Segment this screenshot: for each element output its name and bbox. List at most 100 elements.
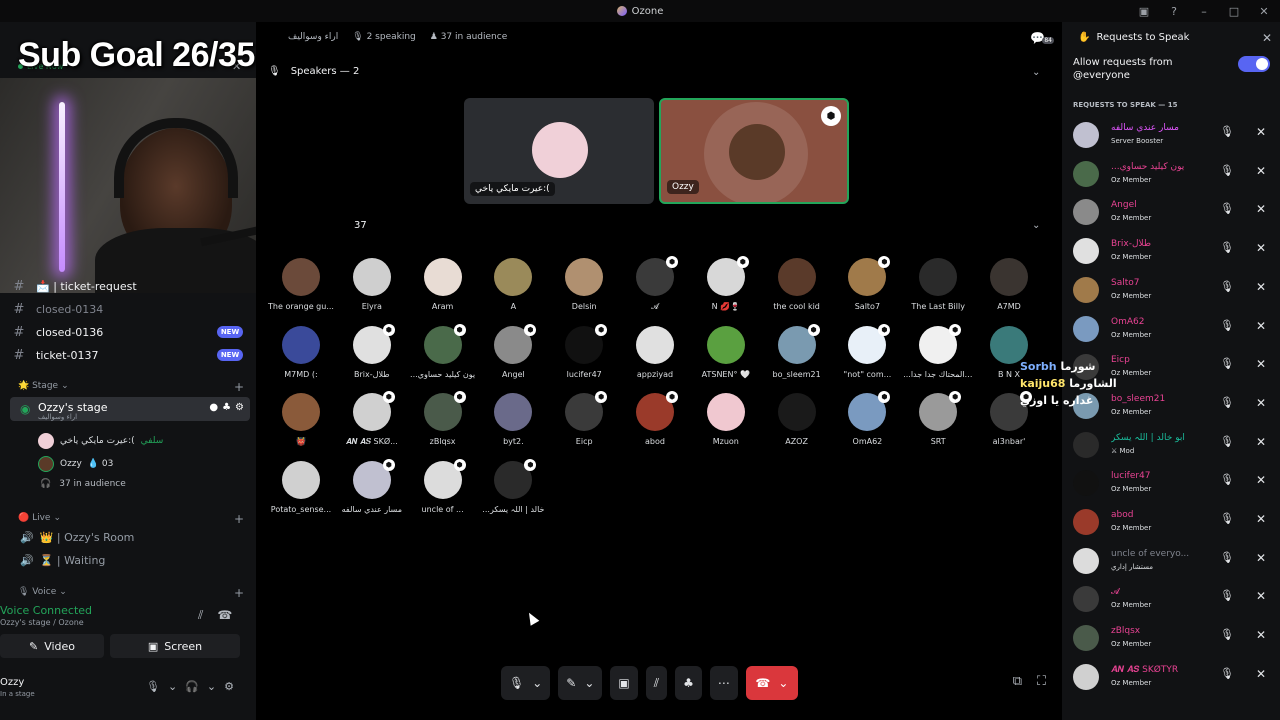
add-channel-icon[interactable]: + xyxy=(234,512,244,526)
collapse-audience-icon[interactable]: ⌄ xyxy=(1032,220,1040,231)
move-to-audience-button[interactable]: ⫽ xyxy=(645,666,668,700)
request-row[interactable]: zBlqsx Oz Member 🎙 ✕ xyxy=(1062,619,1280,657)
reject-request-icon[interactable]: ✕ xyxy=(1252,125,1270,143)
disconnect-icon[interactable]: ☎ xyxy=(217,608,232,623)
audience-member[interactable]: ⬢ zBlqsx xyxy=(408,391,478,459)
reject-request-icon[interactable]: ✕ xyxy=(1252,435,1270,453)
audience-member[interactable]: ⬢ "not" com... xyxy=(832,323,902,392)
voice-channel-ozzys-room[interactable]: 🔊 👑 | Ozzy's Room xyxy=(20,531,134,544)
audience-member[interactable]: The orange gu... xyxy=(266,258,336,324)
request-row[interactable]: Brix-طلال Oz Member 🎙 ✕ xyxy=(1062,232,1280,270)
audience-member[interactable]: ATSNEN° 🤍 xyxy=(691,325,761,392)
request-row[interactable]: Angel Oz Member 🎙 ✕ xyxy=(1062,193,1280,231)
request-row[interactable]: مسار عندي سالفه Server Booster 🎙 ✕ xyxy=(1062,116,1280,154)
audience-member[interactable]: AZOZ xyxy=(762,393,832,459)
add-channel-icon[interactable]: + xyxy=(234,380,244,394)
chat-icon[interactable]: ● xyxy=(209,402,218,413)
audience-member[interactable]: ⬢ مسار عندي سالفه xyxy=(337,458,407,527)
accept-request-icon[interactable]: 🎙 xyxy=(1218,512,1236,530)
audience-member[interactable]: Delsin xyxy=(549,258,619,324)
reject-request-icon[interactable]: ✕ xyxy=(1252,357,1270,375)
allow-requests-toggle[interactable] xyxy=(1238,56,1270,72)
accept-request-icon[interactable]: 🎙 xyxy=(1218,164,1236,182)
request-row[interactable]: 𝑨𝑵 𝑨𝑺 SKØTYR Oz Member 🎙 ✕ xyxy=(1062,658,1280,696)
more-options-button[interactable]: ⋯ xyxy=(709,666,738,700)
reject-request-icon[interactable]: ✕ xyxy=(1252,551,1270,569)
accept-request-icon[interactable]: 🎙 xyxy=(1218,667,1236,685)
reject-request-icon[interactable]: ✕ xyxy=(1252,202,1270,220)
audience-member[interactable]: ⬢ Eicp xyxy=(549,391,619,459)
accept-request-icon[interactable]: 🎙 xyxy=(1218,241,1236,259)
channel-closed-0134[interactable]: # closed-0134 xyxy=(10,299,104,319)
audience-member[interactable]: ⬢ lucifer47 xyxy=(549,323,619,392)
audience-member[interactable]: Potato_sense... xyxy=(266,460,336,527)
audience-member[interactable]: ⬢ abod xyxy=(620,391,690,459)
chevron-down-icon[interactable]: ⌄ xyxy=(207,680,216,693)
accept-request-icon[interactable]: 🎙 xyxy=(1218,473,1236,491)
category-stage[interactable]: 🌟 Stage ⌄ xyxy=(18,381,69,391)
audience-member[interactable]: M7MD (: xyxy=(266,325,336,392)
audience-member[interactable]: A7MD xyxy=(974,258,1044,324)
request-row[interactable]: ...يون كيليد حساوي Oz Member 🎙 ✕ xyxy=(1062,155,1280,193)
accept-request-icon[interactable]: 🎙 xyxy=(1218,551,1236,569)
category-voice[interactable]: 🎙 Voice ⌄ xyxy=(18,587,67,597)
speaker-tile[interactable]: Ozzy ⬢ xyxy=(659,98,849,204)
stage-member[interactable]: Ozzy 💧 03 xyxy=(38,456,113,472)
accept-request-icon[interactable]: 🎙 xyxy=(1218,435,1236,453)
popout-icon[interactable]: ⧉ xyxy=(1013,674,1022,689)
invite-to-speak-button[interactable]: ♣ xyxy=(675,666,702,700)
reject-request-icon[interactable]: ✕ xyxy=(1252,319,1270,337)
reject-request-icon[interactable]: ✕ xyxy=(1252,667,1270,685)
audience-member[interactable]: byt2. xyxy=(478,393,548,459)
chat-bubble-icon[interactable]: 💬 84 xyxy=(1030,31,1054,47)
audience-member[interactable]: appziyad xyxy=(620,325,690,392)
reject-request-icon[interactable]: ✕ xyxy=(1252,241,1270,259)
audience-member[interactable]: A xyxy=(478,258,548,324)
inbox-icon[interactable]: ▣ xyxy=(1136,3,1152,19)
reject-request-icon[interactable]: ✕ xyxy=(1252,280,1270,298)
close-icon[interactable]: ✕ xyxy=(1262,31,1272,45)
microphone-icon[interactable]: 🎙 xyxy=(146,680,160,693)
invite-icon[interactable]: ♣ xyxy=(222,402,231,413)
gear-icon[interactable]: ⚙ xyxy=(235,402,244,413)
audience-member[interactable]: ⬢ OmA62 xyxy=(832,391,902,459)
voice-connected-status[interactable]: Voice Connected xyxy=(0,604,92,617)
username[interactable]: Ozzy xyxy=(0,677,24,688)
audience-member[interactable]: Aram xyxy=(408,258,478,324)
request-row[interactable]: uncle of everyo... مستشار إداري 🎙 ✕ xyxy=(1062,542,1280,580)
reject-request-icon[interactable]: ✕ xyxy=(1252,512,1270,530)
chevron-down-icon[interactable]: ⌄ xyxy=(168,680,177,693)
reject-request-icon[interactable]: ✕ xyxy=(1252,589,1270,607)
leave-stage-button[interactable]: ☎ ⌄ xyxy=(745,666,798,700)
category-live[interactable]: 🔴 Live ⌄ xyxy=(18,513,61,523)
audience-member[interactable]: The Last Billy xyxy=(903,258,973,324)
channel-ticket-request[interactable]: # 📩 | ticket-request xyxy=(10,276,137,296)
request-row[interactable]: Salto7 Oz Member 🎙 ✕ xyxy=(1062,271,1280,309)
accept-request-icon[interactable]: 🎙 xyxy=(1218,589,1236,607)
audience-member[interactable]: Mzuon xyxy=(691,393,761,459)
request-row[interactable]: 𝓐 Oz Member 🎙 ✕ xyxy=(1062,580,1280,618)
close-window-button[interactable]: ✕ xyxy=(1256,3,1272,19)
request-row[interactable]: abod Oz Member 🎙 ✕ xyxy=(1062,503,1280,541)
request-row[interactable]: lucifer47 Oz Member 🎙 ✕ xyxy=(1062,464,1280,502)
camera-button[interactable]: ✎ ⌄ xyxy=(558,666,603,700)
accept-request-icon[interactable]: 🎙 xyxy=(1218,396,1236,414)
request-row[interactable]: ابو خالد | اللہ يسكر ⚔ Mod 🎙 ✕ xyxy=(1062,426,1280,464)
audience-member[interactable]: ⬢ Salto7 xyxy=(832,256,902,324)
accept-request-icon[interactable]: 🎙 xyxy=(1218,280,1236,298)
audience-member[interactable]: ⬢ Angel xyxy=(478,323,548,392)
minimize-button[interactable]: – xyxy=(1196,3,1212,19)
accept-request-icon[interactable]: 🎙 xyxy=(1218,628,1236,646)
help-icon[interactable]: ? xyxy=(1166,3,1182,19)
stage-member[interactable]: عيرت مايكي ياخي:(سلفي xyxy=(38,433,163,449)
share-screen-button[interactable]: ▣ xyxy=(610,666,638,700)
reject-request-icon[interactable]: ✕ xyxy=(1252,628,1270,646)
audience-member[interactable]: ⬢ bo_sleem21 xyxy=(762,323,832,392)
gear-icon[interactable]: ⚙ xyxy=(224,680,234,693)
audience-member[interactable]: ⬢ uncle of ... xyxy=(408,458,478,527)
accept-request-icon[interactable]: 🎙 xyxy=(1218,357,1236,375)
audience-member[interactable]: 👹 xyxy=(266,393,336,459)
reject-request-icon[interactable]: ✕ xyxy=(1252,396,1270,414)
video-button[interactable]: ✎ Video xyxy=(0,634,104,658)
audience-member[interactable]: ⬢ N 💋🍷 xyxy=(691,256,761,324)
